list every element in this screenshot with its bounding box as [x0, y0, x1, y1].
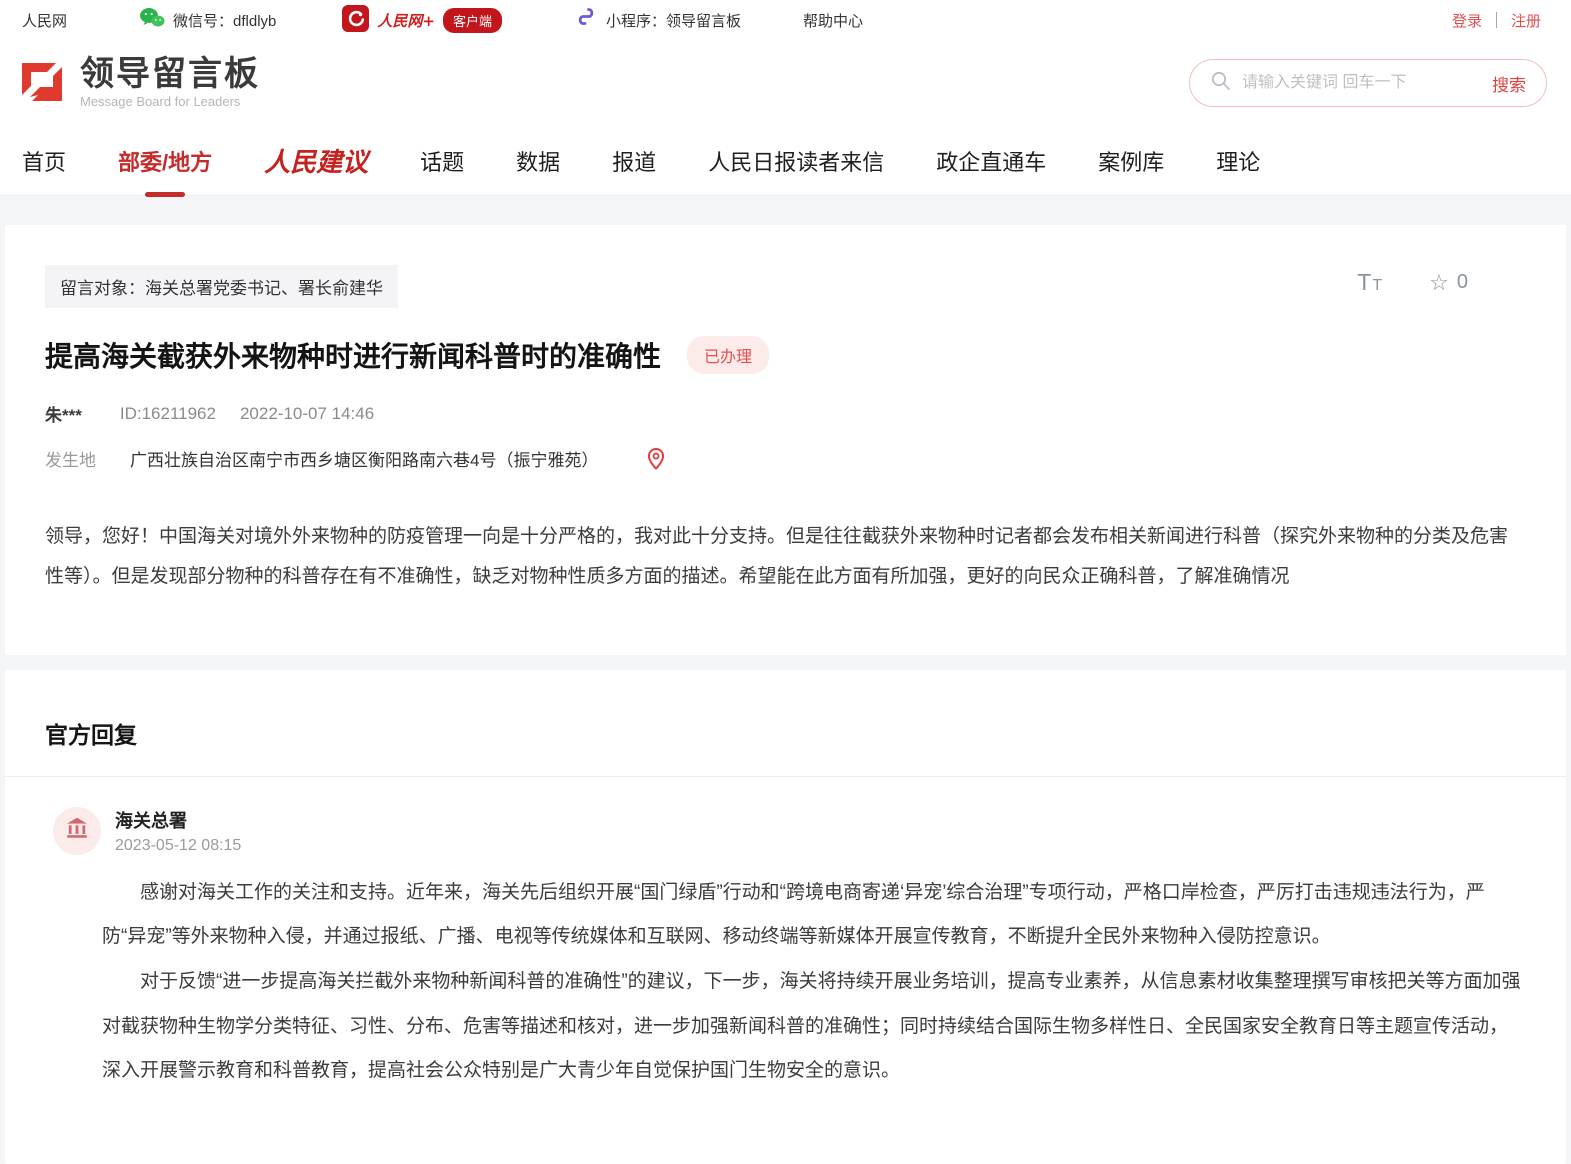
government-building-icon [64, 815, 90, 846]
nav-reports[interactable]: 报道 [612, 141, 656, 181]
message-id: ID:16211962 [120, 404, 216, 424]
message-card: 留言对象：海关总署党委书记、署长俞建华 TT ☆ 0 提高海关截获外来物种时进行… [5, 225, 1566, 655]
top-utility-bar: 人民网 微信号：dfldlyb 人民网+ 客户端 小程序：领导留言板 帮助中心 … [0, 0, 1571, 40]
avatar [53, 807, 101, 855]
miniprogram-label: 小程序：领导留言板 [606, 10, 741, 31]
message-target-tag: 留言对象：海关总署党委书记、署长俞建华 [45, 265, 398, 308]
miniprogram-group[interactable]: 小程序：领导留言板 [574, 6, 741, 34]
reply-paragraph: 感谢对海关工作的关注和支持。近年来，海关先后组织开展“国门绿盾”行动和“跨境电商… [102, 871, 1521, 960]
location-label: 发生地 [45, 446, 96, 471]
reply-author-block: 海关总署 2023-05-12 08:15 [5, 807, 1566, 855]
nav-home[interactable]: 首页 [22, 141, 66, 181]
wechat-icon [139, 6, 165, 34]
message-author: 朱*** [45, 401, 82, 426]
peoples-daily-app-group[interactable]: 人民网+ 客户端 [342, 5, 502, 36]
search-icon [1210, 70, 1232, 97]
logo-subtitle: Message Board for Leaders [80, 94, 260, 109]
message-title: 提高海关截获外来物种时进行新闻科普时的准确性 [45, 335, 661, 375]
logo-title: 领导留言板 [80, 57, 260, 93]
page-content: 留言对象：海关总署党委书记、署长俞建华 TT ☆ 0 提高海关截获外来物种时进行… [0, 196, 1571, 1164]
nav-peoples-suggestions[interactable]: 人民建议 [264, 138, 368, 183]
nav-data[interactable]: 数据 [516, 141, 560, 181]
nav-theory[interactable]: 理论 [1216, 141, 1260, 181]
site-header: 领导留言板 Message Board for Leaders 搜索 [0, 40, 1571, 126]
map-pin-icon[interactable] [646, 447, 666, 471]
app-client-badge: 客户端 [443, 8, 502, 33]
wechat-id-label: 微信号：dfldlyb [173, 10, 276, 31]
miniprogram-icon [574, 6, 598, 34]
location-value: 广西壮族自治区南宁市西乡塘区衡阳路南六巷4号（振宁雅苑） [130, 446, 598, 471]
search-input[interactable] [1242, 74, 1492, 92]
search-button[interactable]: 搜索 [1492, 71, 1526, 96]
nav-reader-letters[interactable]: 人民日报读者来信 [708, 141, 884, 181]
site-logo[interactable]: 领导留言板 Message Board for Leaders [14, 53, 260, 114]
search-box: 搜索 [1189, 59, 1547, 107]
nav-gov-enterprise[interactable]: 政企直通车 [936, 141, 1046, 181]
favorite-button[interactable]: ☆ 0 [1429, 270, 1468, 296]
reply-paragraph: 对于反馈“进一步提高海关拦截外来物种新闻科普的准确性”的建议，下一步，海关将持续… [102, 960, 1521, 1094]
auth-divider [1496, 12, 1497, 28]
wechat-group: 微信号：dfldlyb [139, 6, 276, 34]
logo-icon [14, 53, 70, 114]
favorite-count: 0 [1457, 271, 1468, 294]
reply-card: 官方回复 海关总署 2023-05-12 08:15 感谢对海关工作的关注和支持… [5, 670, 1566, 1164]
help-center-link[interactable]: 帮助中心 [803, 10, 863, 31]
reply-section-title: 官方回复 [5, 716, 1566, 750]
nav-ministries-local[interactable]: 部委/地方 [118, 141, 212, 181]
peoples-daily-plus-label: 人民网+ [377, 10, 435, 31]
nav-topics[interactable]: 话题 [420, 141, 464, 181]
font-size-icon[interactable]: TT [1357, 269, 1383, 296]
register-link[interactable]: 注册 [1511, 10, 1541, 31]
status-badge: 已办理 [687, 336, 769, 374]
message-body: 领导，您好！中国海关对境外外来物种的防疫管理一向是十分严格的，我对此十分支持。但… [45, 517, 1526, 597]
peoples-daily-link[interactable]: 人民网 [22, 10, 67, 31]
peoples-daily-app-icon [342, 5, 369, 36]
nav-case-library[interactable]: 案例库 [1098, 141, 1164, 181]
main-nav: 首页 部委/地方 人民建议 话题 数据 报道 人民日报读者来信 政企直通车 案例… [0, 126, 1571, 196]
message-time: 2022-10-07 14:46 [240, 404, 374, 424]
reply-divider [5, 776, 1566, 777]
reply-body: 感谢对海关工作的关注和支持。近年来，海关先后组织开展“国门绿盾”行动和“跨境电商… [5, 871, 1566, 1094]
reply-time: 2023-05-12 08:15 [115, 837, 241, 855]
star-icon: ☆ [1429, 270, 1449, 296]
reply-agency-name: 海关总署 [115, 807, 241, 833]
login-link[interactable]: 登录 [1452, 10, 1482, 31]
